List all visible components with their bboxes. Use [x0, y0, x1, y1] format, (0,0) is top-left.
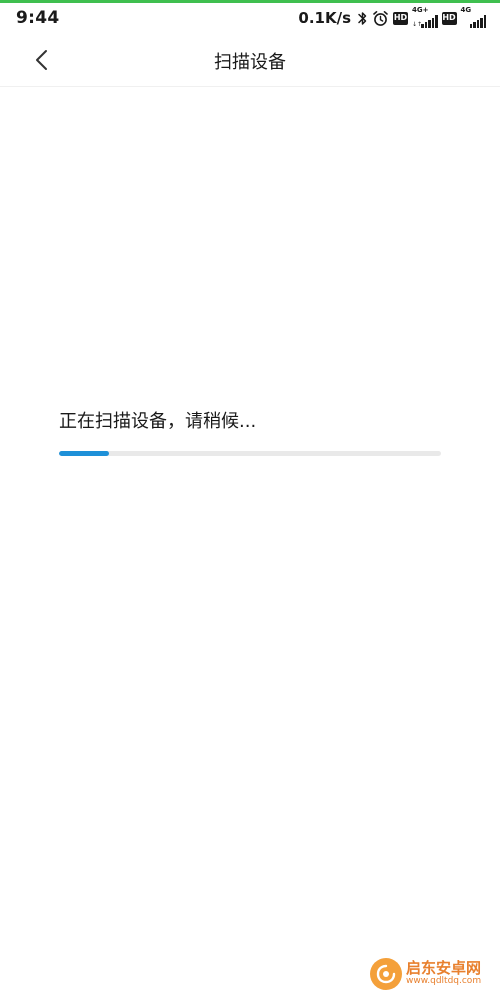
watermark-logo [370, 958, 402, 990]
watermark-title: 启东安卓网 [406, 959, 482, 978]
sim1-network-label: 4G+ [412, 6, 429, 14]
scan-status-message: 正在扫描设备，请稍候... [59, 411, 257, 432]
status-bar: 9:44 0.1K/s HD 4G+ ↓↑ HD 4G [0, 3, 500, 33]
network-speed: 0.1K/s [298, 9, 351, 27]
sim1-data-arrows: ↓↑ [412, 21, 423, 28]
bluetooth-icon [357, 10, 368, 27]
watermark-url: www.qdltdq.com [406, 976, 482, 987]
hd-icon: HD [393, 11, 408, 25]
status-time: 9:44 [16, 8, 60, 28]
scan-progress-bar [59, 451, 441, 456]
signal-4g-icon: 4G [460, 6, 486, 28]
scan-status-section: 正在扫描设备，请稍候... [59, 408, 441, 456]
status-icons: 0.1K/s HD 4G+ ↓↑ HD 4G [298, 6, 486, 28]
hd-icon: HD [441, 11, 457, 25]
scan-progress-fill [59, 451, 109, 456]
alarm-icon [372, 10, 389, 27]
signal-4g-plus-icon: 4G+ ↓↑ [412, 6, 438, 28]
site-watermark: 启东安卓网 www.qdltdq.com [370, 958, 481, 990]
navigation-bar: 扫描设备 [0, 36, 500, 87]
sim2-network-label: 4G [460, 6, 472, 14]
page-title: 扫描设备 [214, 52, 286, 73]
